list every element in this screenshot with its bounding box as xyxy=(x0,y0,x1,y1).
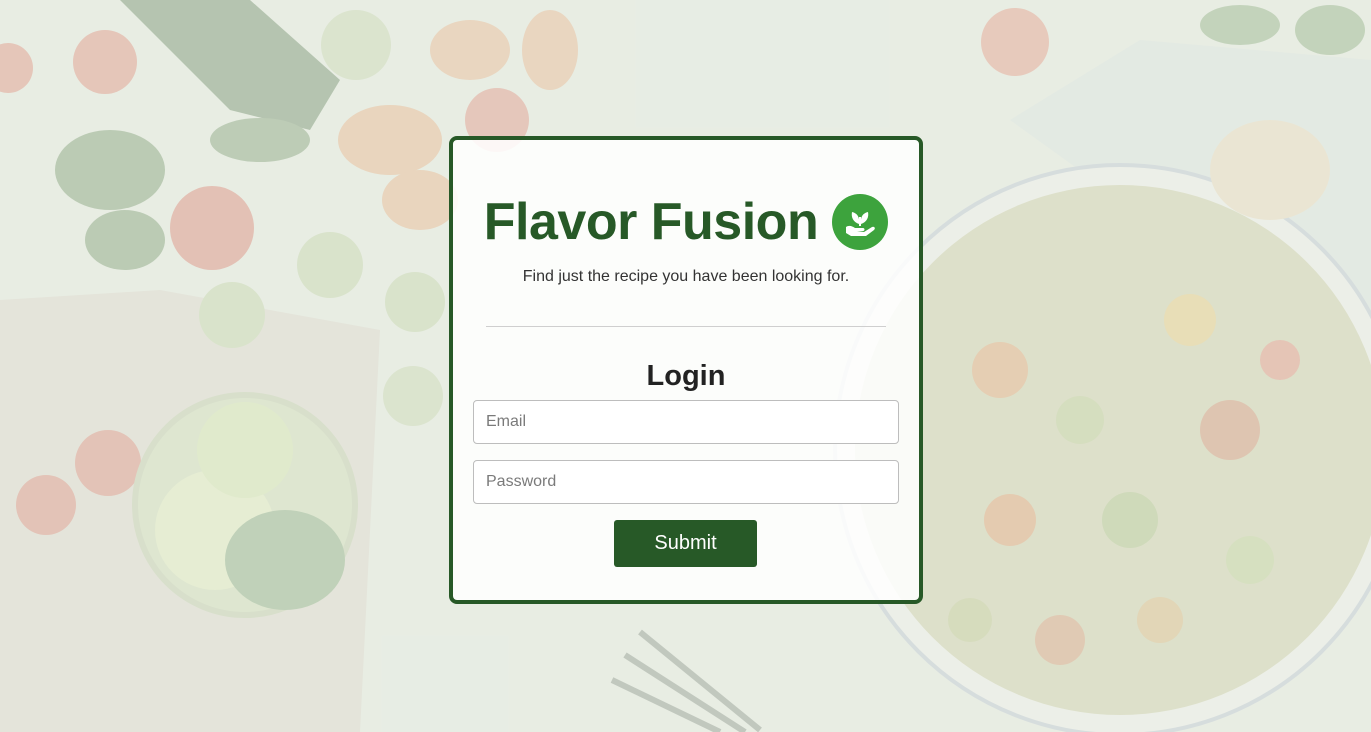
tagline: Find just the recipe you have been looki… xyxy=(522,268,850,285)
brand-header: Flavor Fusion xyxy=(453,192,919,252)
divider xyxy=(486,326,886,327)
email-input[interactable] xyxy=(473,400,899,444)
hand-sprout-icon xyxy=(832,194,889,250)
login-heading: Login xyxy=(646,360,726,392)
login-card: Flavor Fusion Find just the recipe you h… xyxy=(449,136,923,604)
password-input[interactable] xyxy=(473,460,899,504)
submit-button[interactable]: Submit xyxy=(614,520,757,567)
brand-title: Flavor Fusion xyxy=(483,193,819,251)
